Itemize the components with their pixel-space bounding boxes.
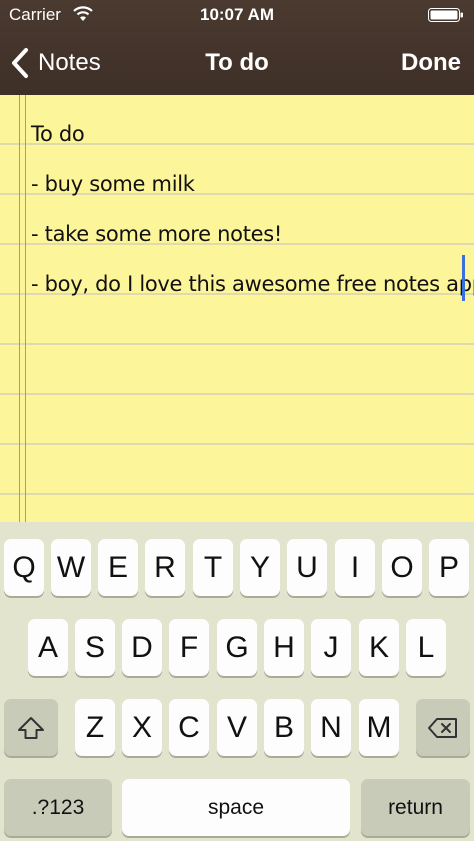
key-d[interactable]: D <box>122 619 162 676</box>
key-n[interactable]: N <box>311 699 351 756</box>
note-text[interactable]: To do - buy some milk - take some more n… <box>31 109 474 309</box>
key-m[interactable]: M <box>359 699 399 756</box>
key-q[interactable]: Q <box>4 539 44 596</box>
key-p[interactable]: P <box>429 539 469 596</box>
numbers-key[interactable]: .?123 <box>4 779 112 836</box>
done-button[interactable]: Done <box>401 49 461 77</box>
keyboard-row-3: Z X C V B N M <box>0 699 474 759</box>
key-w[interactable]: W <box>51 539 91 596</box>
key-l[interactable]: L <box>406 619 446 676</box>
key-t[interactable]: T <box>193 539 233 596</box>
key-g[interactable]: G <box>217 619 257 676</box>
key-s[interactable]: S <box>75 619 115 676</box>
key-c[interactable]: C <box>169 699 209 756</box>
space-key[interactable]: space <box>122 779 350 836</box>
note-line: - boy, do I love this awesome free notes… <box>31 272 474 296</box>
key-e[interactable]: E <box>98 539 138 596</box>
battery-icon <box>428 8 463 22</box>
key-r[interactable]: R <box>145 539 185 596</box>
key-x[interactable]: X <box>122 699 162 756</box>
key-y[interactable]: Y <box>240 539 280 596</box>
text-cursor <box>462 255 465 301</box>
keyboard-row-1: Q W E R T Y U I O P <box>0 539 474 599</box>
shift-icon <box>18 716 44 739</box>
note-line: - take some more notes! <box>31 222 283 246</box>
keyboard-row-2: A S D F G H J K L <box>0 619 474 679</box>
shift-key[interactable] <box>4 699 58 756</box>
on-screen-keyboard: Q W E R T Y U I O P A S D F G H J K L Z … <box>0 522 474 841</box>
backspace-icon <box>428 717 457 738</box>
keyboard-row-4: .?123 space return <box>0 779 474 839</box>
key-b[interactable]: B <box>264 699 304 756</box>
note-editor[interactable]: To do - buy some milk - take some more n… <box>0 95 474 522</box>
note-line: To do <box>31 122 85 146</box>
key-o[interactable]: O <box>382 539 422 596</box>
key-u[interactable]: U <box>287 539 327 596</box>
navigation-bar: Notes To do Done <box>0 32 474 95</box>
key-h[interactable]: H <box>264 619 304 676</box>
key-z[interactable]: Z <box>75 699 115 756</box>
backspace-key[interactable] <box>416 699 470 756</box>
clock: 10:07 AM <box>199 5 274 24</box>
key-a[interactable]: A <box>28 619 68 676</box>
return-key[interactable]: return <box>361 779 470 836</box>
paper-margin-line <box>19 95 26 522</box>
key-i[interactable]: I <box>335 539 375 596</box>
key-k[interactable]: K <box>359 619 399 676</box>
key-j[interactable]: J <box>311 619 351 676</box>
key-f[interactable]: F <box>169 619 209 676</box>
status-bar: Carrier 10:07 AM <box>0 0 474 32</box>
note-line: - buy some milk <box>31 172 195 196</box>
app-header: Carrier 10:07 AM Notes To do Done <box>0 0 474 95</box>
key-v[interactable]: V <box>217 699 257 756</box>
